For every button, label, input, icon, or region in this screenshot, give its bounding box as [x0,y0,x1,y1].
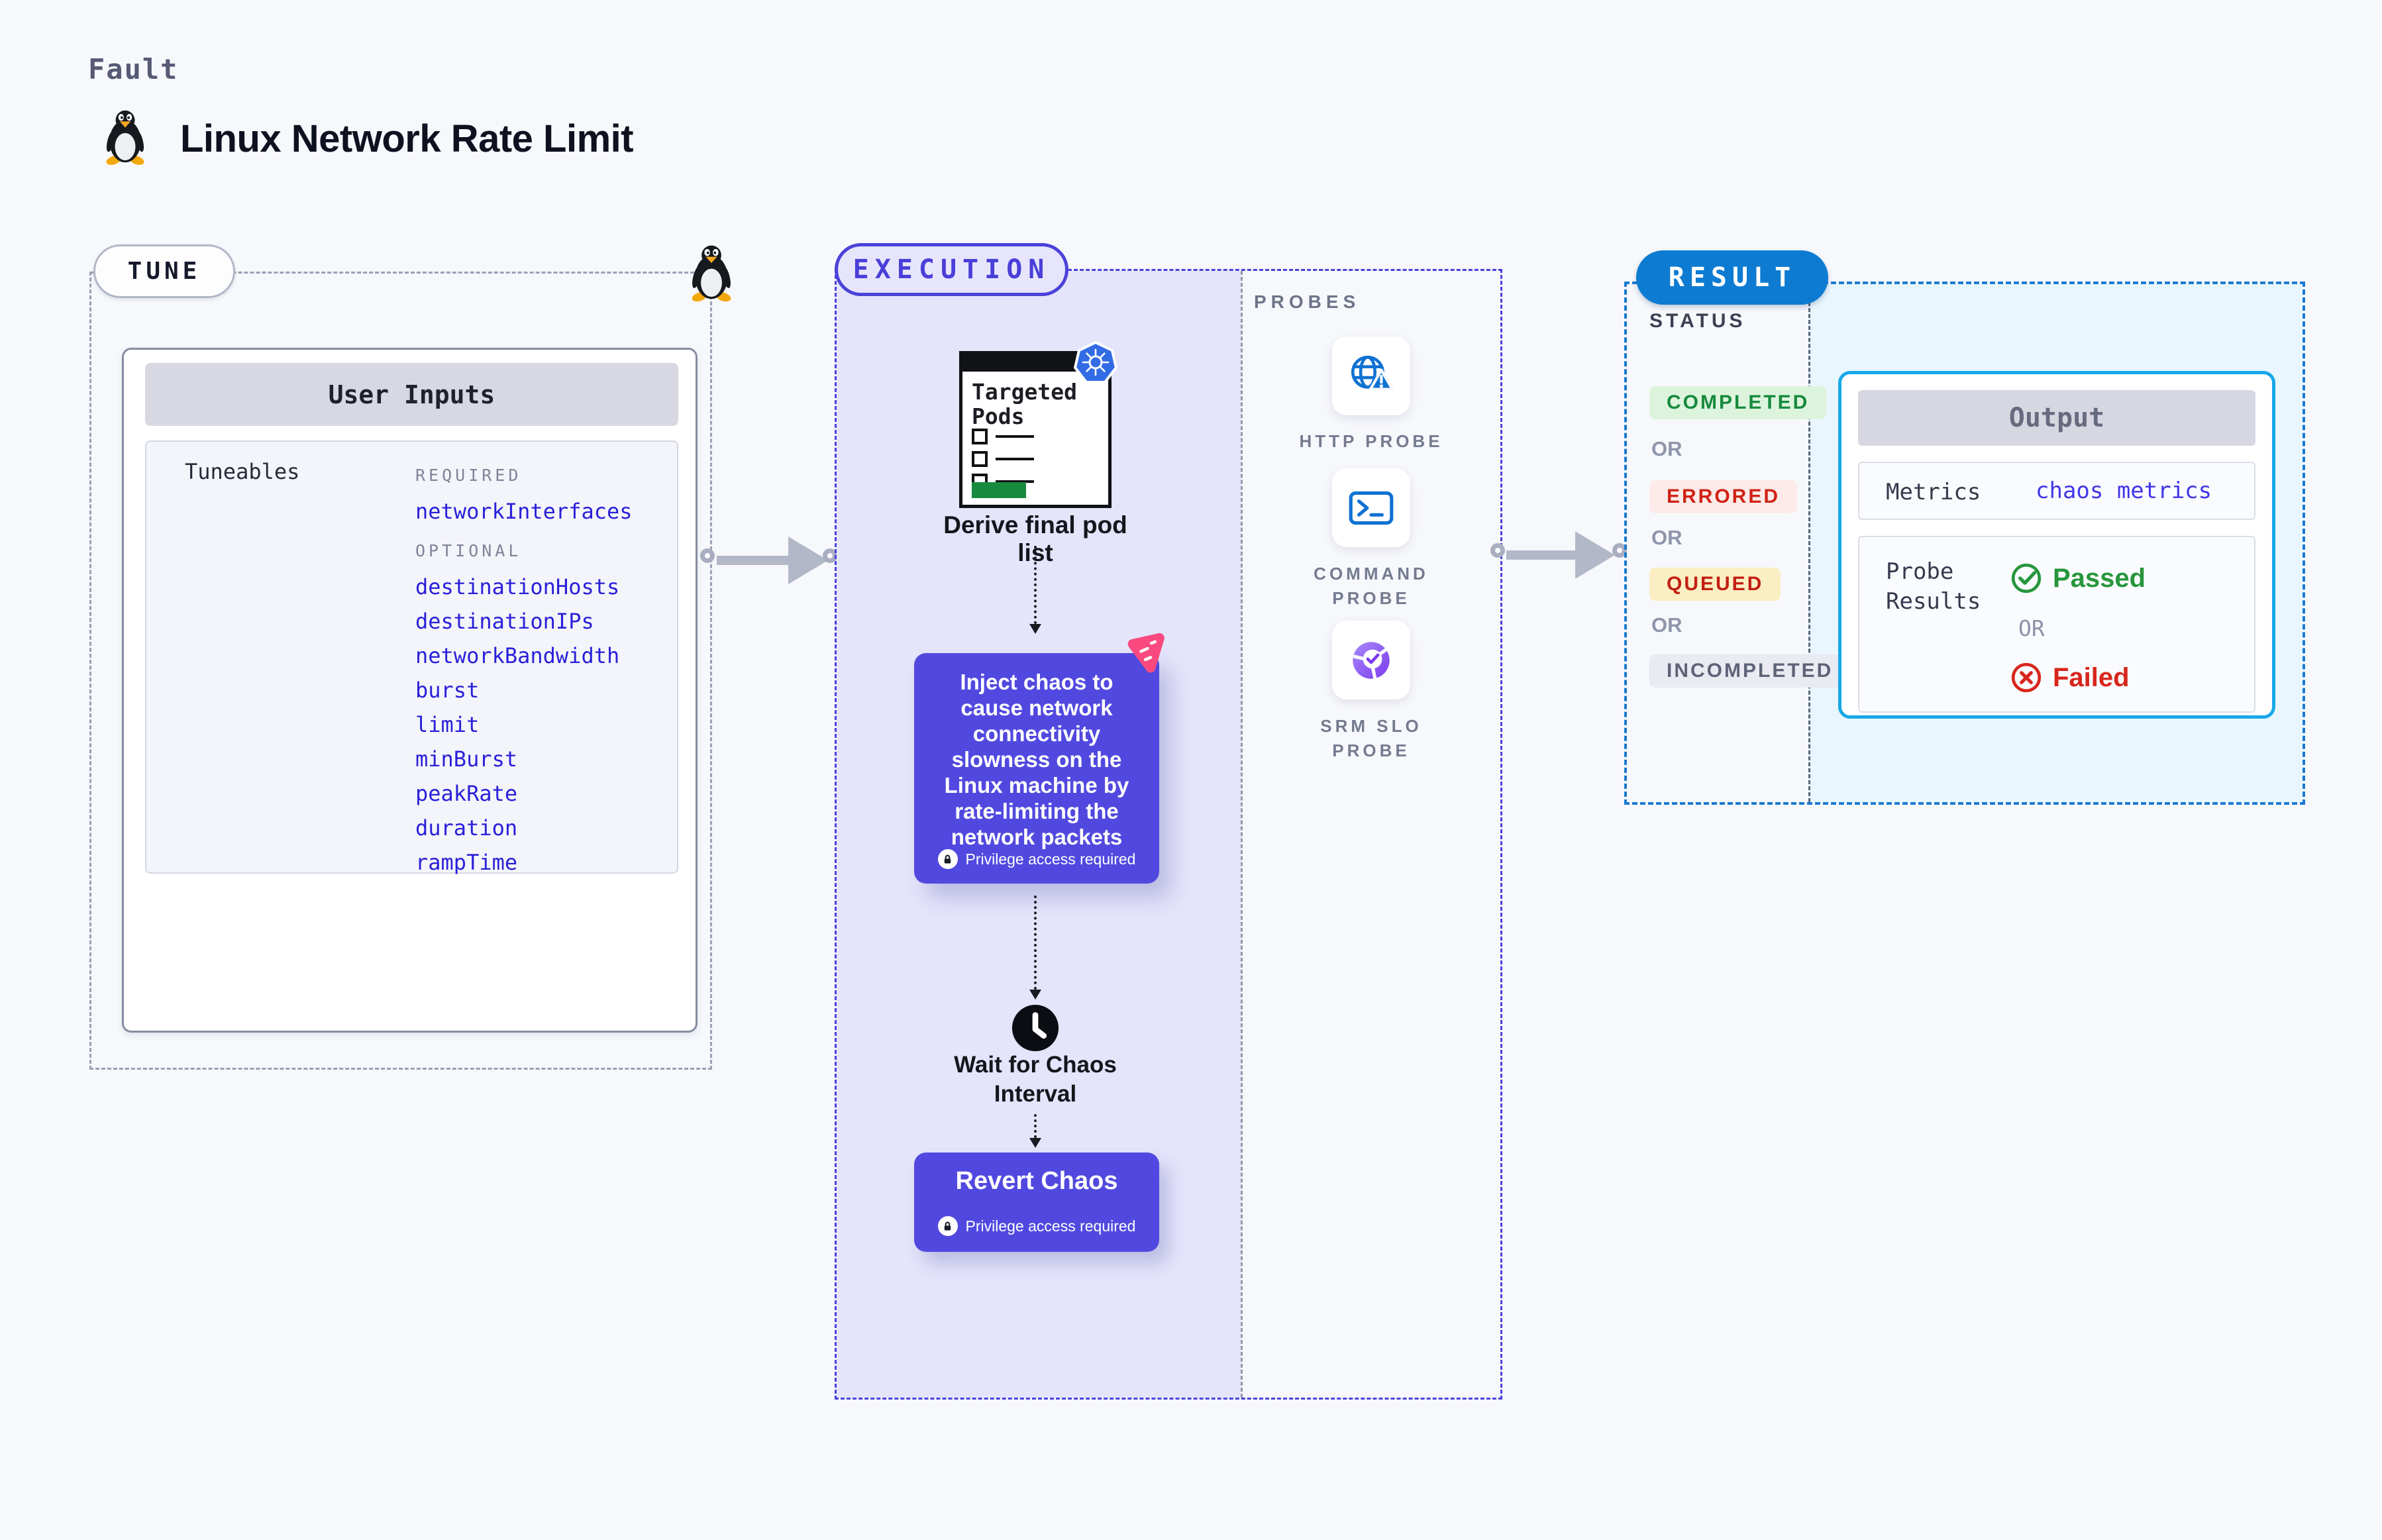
tune-badge: TUNE [93,244,235,298]
user-inputs-title: User Inputs [145,363,678,426]
targeted-pods-label: Targeted Pods [972,379,1077,429]
flow-connector-arrow [1029,1138,1041,1148]
flow-connector [1034,896,1037,990]
metrics-value: chaos metrics [2036,478,2212,504]
command-probe-card [1332,468,1410,547]
privilege-required-note: Privilege access required [914,849,1159,869]
tuneable-param: burst [415,678,480,703]
tuneables-label: Tuneables [185,459,300,484]
execution-badge: EXECUTION [835,243,1068,296]
tuneables-panel: Tuneables REQUIRED networkInterfaces OPT… [145,440,678,875]
linux-penguin-icon [106,110,144,165]
linux-penguin-icon [692,245,731,302]
privilege-required-note: Privilege access required [914,1216,1159,1236]
page-title: Linux Network Rate Limit [180,117,634,160]
tuneable-param: minBurst [415,746,518,772]
passed-check-icon [2011,563,2042,593]
flow-connector [1034,1114,1037,1138]
status-badge-incompleted: INCOMPLETED [1649,654,1851,688]
command-probe-label: COMMAND PROBE [1314,564,1429,608]
kubernetes-icon [1074,341,1117,384]
tuneable-param: destinationIPs [415,609,594,634]
passed-result: Passed [2010,562,2146,594]
tuneable-param: peakRate [415,781,518,806]
command-probe-icon [1349,491,1394,525]
pod-selection-bar [972,482,1026,498]
srm-slo-probe-card [1332,621,1410,699]
tuneable-param: networkBandwidth [415,643,620,668]
output-title: Output [1858,390,2255,446]
execution-probes-divider [1241,271,1243,1398]
optional-label: OPTIONAL [415,541,522,560]
status-badge-queued: QUEUED [1649,568,1781,601]
tuneable-param: limit [415,712,480,737]
http-probe-icon [1351,355,1394,391]
probe-results-label: Probe Results [1886,558,1981,615]
lock-icon [937,1216,958,1236]
metrics-row: Metrics chaos metrics [1858,462,2255,520]
or-separator: OR [1651,526,1683,549]
srm-slo-probe-icon [1353,641,1390,680]
revert-chaos-step: Revert Chaos Privilege access required [914,1153,1159,1252]
flow-connector-arrow [1029,990,1041,1000]
failed-x-icon [2011,662,2042,693]
required-label: REQUIRED [415,466,522,485]
http-probe-card [1332,336,1410,415]
status-label: STATUS [1649,310,1746,332]
flow-connector-arrow [1029,624,1041,634]
output-card: Output Metrics chaos metrics Probe Resul… [1838,371,2275,719]
chaos-litmus-icon [1127,633,1165,673]
tuneable-param: networkInterfaces [415,499,633,524]
inject-chaos-step: Inject chaos to cause network connectivi… [914,653,1159,884]
tuneable-param: rampTime [415,850,518,875]
lock-icon [937,849,958,869]
metrics-label: Metrics [1886,479,1981,505]
srm-slo-probe-label: SRM SLO PROBE [1320,716,1422,760]
result-badge: RESULT [1636,250,1828,305]
fault-kicker: Fault [88,53,179,85]
wait-clock-icon [1011,1004,1059,1052]
or-separator: OR [2018,615,2045,641]
or-separator: OR [1651,437,1683,460]
status-badge-errored: ERRORED [1649,480,1798,513]
or-separator: OR [1651,613,1683,637]
pod-list-row [972,451,1034,467]
flow-connector [1034,546,1037,624]
tuneable-param: destinationHosts [415,574,620,599]
tuneable-param: duration [415,815,518,841]
inject-chaos-description: Inject chaos to cause network connectivi… [944,670,1129,849]
fault-diagram: Fault Linux Network Rate Limit TUNE User… [0,0,2382,1540]
wait-for-chaos-label: Wait for Chaos Interval [954,1052,1117,1107]
revert-chaos-label: Revert Chaos [955,1167,1118,1195]
http-probe-label: HTTP PROBE [1299,431,1443,451]
probes-section-label: PROBES [1254,291,1361,312]
status-badge-completed: COMPLETED [1649,386,1827,419]
failed-result: Failed [2010,662,2130,693]
user-inputs-card: User Inputs Tuneables REQUIRED networkIn… [122,348,698,1033]
probe-results-row: Probe Results Passed OR Failed [1858,536,2255,713]
pod-list-row [972,429,1034,444]
